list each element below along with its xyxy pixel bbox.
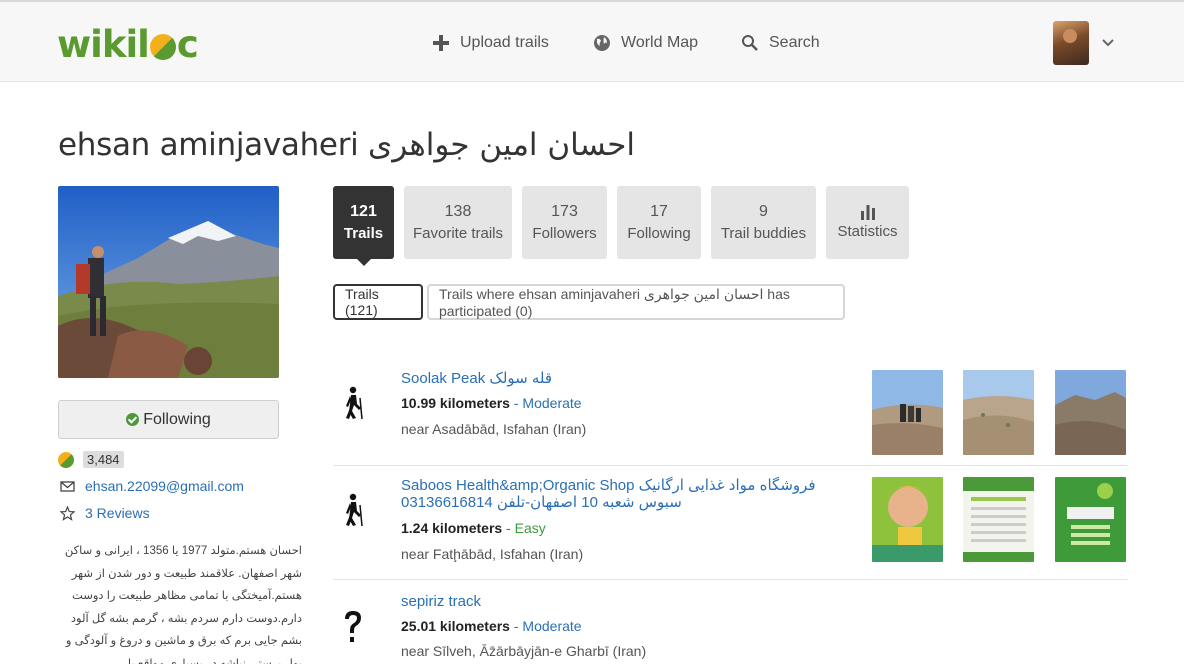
trail-photo-thumbnail[interactable] [1055,370,1126,455]
trail-distance: 10.99 kilometers - Moderate [401,395,582,411]
trail-separator: - [509,395,523,411]
trail-photo-thumbnail[interactable] [963,370,1034,455]
chevron-down-icon[interactable] [1101,36,1115,50]
profile-bio: احسان هستم.متولد 1977 یا 1356 ، ایرانی و… [64,545,302,664]
trail-row[interactable]: Saboos Health&amp;Organic Shop فروشگاه م… [333,466,1128,580]
email-link[interactable]: ehsan.22099@gmail.com [85,478,244,494]
world-map-label: World Map [621,34,699,51]
trail-row[interactable]: Soolak Peak قله سولک 10.99 kilometers - … [333,362,1128,466]
tab-following-count: 17 [650,202,668,220]
trail-distance-value: 25.01 kilometers [401,618,510,634]
user-avatar[interactable] [1053,21,1089,65]
trail-distance-value: 10.99 kilometers [401,395,510,411]
upload-trails-link[interactable]: Upload trails [432,34,549,52]
tab-followers[interactable]: 173 Followers [522,186,607,259]
tab-followers-count: 173 [551,202,578,220]
trail-difficulty: Moderate [522,395,582,411]
hiking-icon [346,493,363,527]
score-badge: 3,484 [83,451,124,468]
following-button-label: Following [143,410,211,428]
tab-favorite-trails[interactable]: 138 Favorite trails [404,186,512,259]
trail-distance: 1.24 kilometers - Easy [401,520,546,536]
trail-photo-thumbnail[interactable] [1055,477,1126,562]
trail-row[interactable]: sepiriz track 25.01 kilometers - Moderat… [333,580,1128,664]
trail-distance-value: 1.24 kilometers [401,520,503,536]
search-label: Search [769,34,820,51]
world-map-link[interactable]: World Map [593,34,698,52]
star-icon [60,505,75,521]
tab-buddies-count: 9 [759,202,768,220]
check-circle-icon [126,413,140,426]
trail-separator: - [502,520,515,536]
trail-location: near Asadābād, Isfahan (Iran) [401,421,587,437]
top-navigation-bar: wikil c Upload trails World Map Search [0,0,1184,82]
hiking-icon [346,386,363,420]
email-row[interactable]: ehsan.22099@gmail.com [60,478,244,494]
tab-favorite-label: Favorite trails [412,224,504,242]
trail-location: near Fatḩābād, Isfahan (Iran) [401,546,584,562]
tab-following[interactable]: 17 Following [617,186,701,259]
wikiloc-score-icon [58,451,74,468]
trail-difficulty: Easy [514,520,546,536]
profile-name-title: ehsan aminjavaheri احسان امین جواهری [58,127,636,163]
tab-trails-label: Trails [343,224,384,242]
wikiloc-logo[interactable]: wikil c [57,24,199,66]
wikiloc-score: 3,484 [58,451,124,468]
trail-location: near Sīlveh, Āz̄ārbāyjān-e Gharbī (Iran) [401,643,647,659]
plus-icon [433,35,449,51]
mountain-photo [58,186,279,378]
tab-trail-buddies[interactable]: 9 Trail buddies [711,186,816,259]
tab-favorite-count: 138 [444,202,472,220]
question-mark-icon [345,611,361,642]
trail-photo-thumbnail[interactable] [872,370,943,455]
reviews-row[interactable]: 3 Reviews [60,505,150,521]
tab-statistics-label: Statistics [837,222,898,240]
globe-icon [594,35,610,51]
reviews-link[interactable]: 3 Reviews [85,505,150,521]
tab-statistics[interactable]: Statistics [826,186,909,259]
envelope-icon [60,480,75,492]
trail-name-link[interactable]: Soolak Peak قله سولک [401,370,861,387]
trail-name-link[interactable]: Saboos Health&amp;Organic Shop فروشگاه م… [401,477,856,511]
tab-buddies-label: Trail buddies [720,224,807,242]
trail-photo-thumbnail[interactable] [872,477,943,562]
tab-following-label: Following [627,224,691,242]
upload-trails-label: Upload trails [460,34,549,51]
filter-trails-button[interactable]: Trails (121) [333,284,423,320]
trail-photo-thumbnail[interactable] [963,477,1034,562]
trail-difficulty: Moderate [522,618,582,634]
tab-followers-label: Followers [532,224,597,242]
trail-separator: - [509,618,523,634]
search-link[interactable]: Search [741,34,820,52]
filter-participated-button[interactable]: Trails where ehsan aminjavaheri احسان ام… [427,284,845,320]
bar-chart-icon [860,204,875,220]
tab-trails-count: 121 [350,202,377,220]
search-icon [742,35,758,51]
tab-trails[interactable]: 121 Trails [333,186,394,266]
following-button[interactable]: Following [58,400,279,439]
profile-photo[interactable] [58,186,279,378]
trail-distance: 25.01 kilometers - Moderate [401,618,582,634]
trail-name-link[interactable]: sepiriz track [401,593,861,610]
